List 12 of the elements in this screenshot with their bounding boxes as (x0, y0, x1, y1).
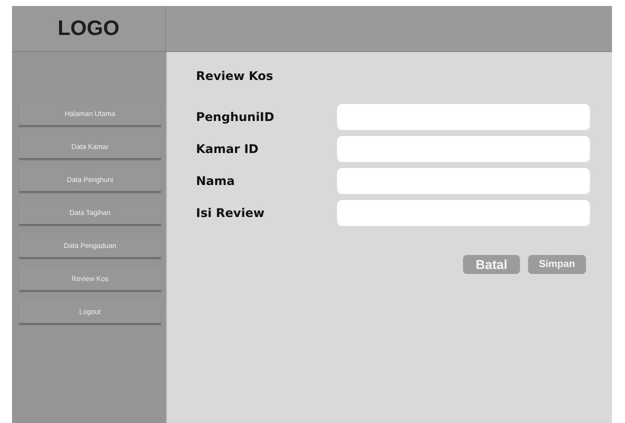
field-label: Nama (196, 174, 236, 188)
field-label: Isi Review (196, 206, 266, 220)
input-field[interactable] (337, 200, 590, 226)
field-label: Kamar ID (196, 142, 260, 156)
logo: LOGO (58, 16, 120, 40)
page-title: Review Kos (196, 69, 274, 83)
input-field[interactable] (337, 168, 590, 194)
field-label: PenghuniID (196, 110, 276, 124)
input-field[interactable] (337, 104, 590, 130)
action-button[interactable]: Batal (463, 255, 520, 274)
action-button[interactable]: Simpan (528, 255, 586, 274)
input-field[interactable] (337, 136, 590, 162)
